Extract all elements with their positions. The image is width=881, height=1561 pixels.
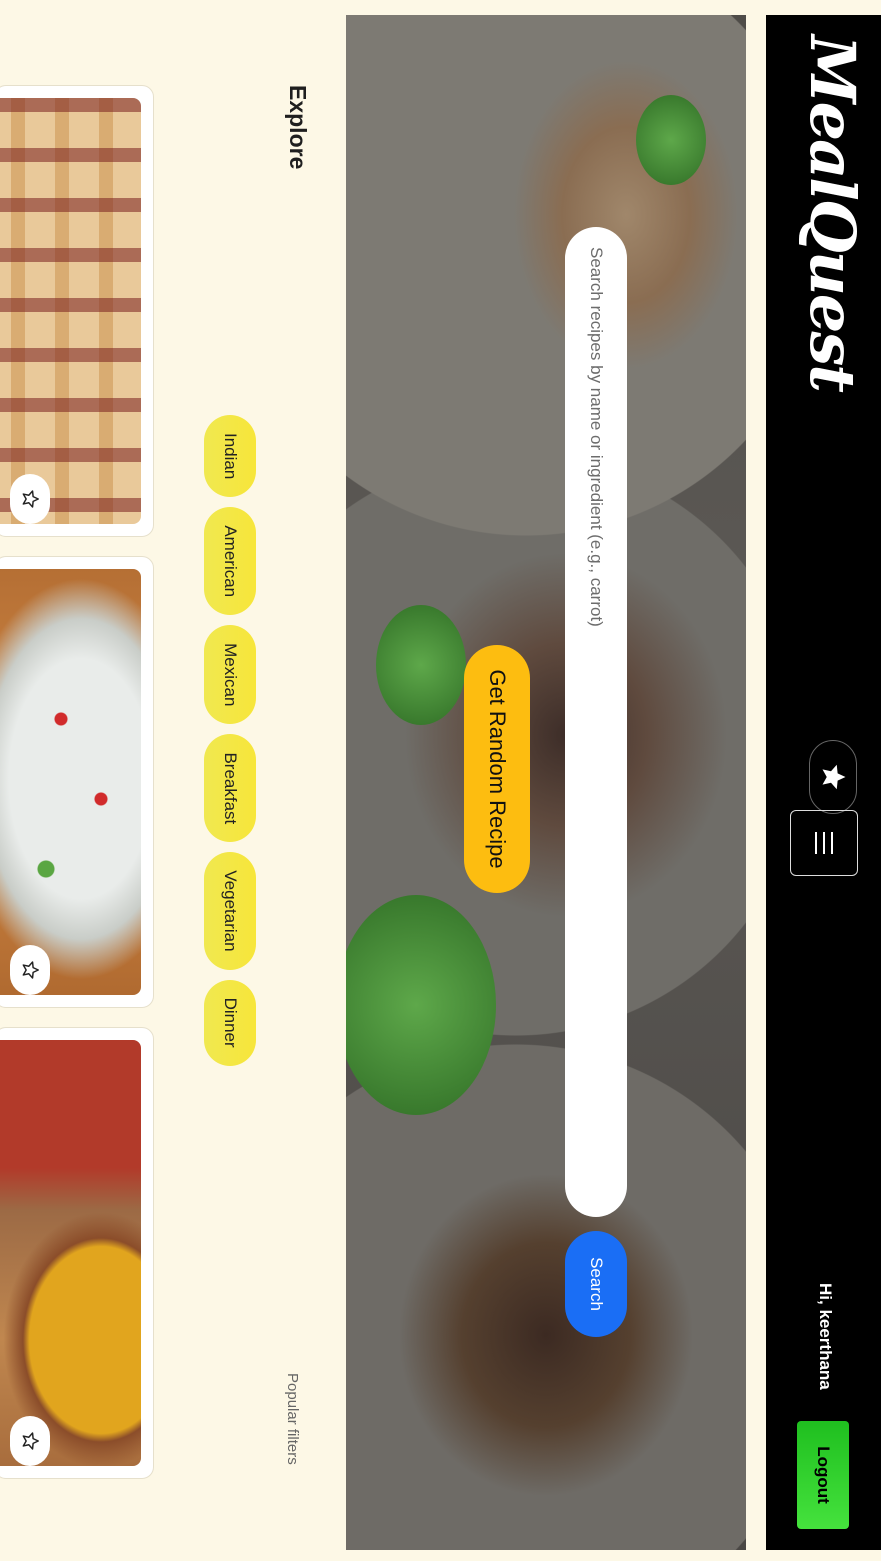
user-greeting: Hi, keerthana bbox=[816, 1283, 835, 1390]
hero-food-garnish bbox=[376, 605, 466, 725]
search-input[interactable] bbox=[565, 227, 627, 1217]
star-outline-icon bbox=[22, 961, 39, 979]
recipe-card[interactable] bbox=[0, 556, 154, 1008]
menu-toggle-button[interactable] bbox=[790, 810, 858, 876]
star-icon bbox=[822, 764, 846, 790]
favorite-toggle-button[interactable] bbox=[10, 474, 50, 524]
hero-banner: Search Get Random Recipe bbox=[346, 15, 746, 1550]
favorite-toggle-button[interactable] bbox=[10, 945, 50, 995]
logout-button[interactable]: Logout bbox=[797, 1421, 849, 1529]
app-root: MealQuest Hi, keerthana Logout Search Ge… bbox=[0, 0, 881, 1561]
search-bar: Search bbox=[565, 227, 627, 1337]
filter-chips: Indian American Mexican Breakfast Vegeta… bbox=[204, 415, 256, 1066]
recipe-image[interactable] bbox=[0, 1040, 141, 1466]
favorite-toggle-button[interactable] bbox=[10, 1416, 50, 1466]
star-outline-icon bbox=[22, 1432, 39, 1450]
random-recipe-button[interactable]: Get Random Recipe bbox=[464, 645, 530, 893]
hamburger-icon bbox=[815, 832, 833, 854]
popular-filters-label: Popular filters bbox=[284, 1373, 301, 1465]
filter-chip-mexican[interactable]: Mexican bbox=[204, 625, 256, 725]
explore-heading: Explore bbox=[285, 85, 311, 170]
hero-food-herbs bbox=[636, 95, 706, 185]
recipe-image[interactable] bbox=[0, 98, 141, 524]
filter-chip-breakfast[interactable]: Breakfast bbox=[204, 734, 256, 843]
favorites-button[interactable] bbox=[809, 740, 857, 814]
recipe-image[interactable] bbox=[0, 569, 141, 995]
filter-chip-vegetarian[interactable]: Vegetarian bbox=[204, 852, 256, 970]
hero-food-lettuce bbox=[346, 895, 496, 1115]
brand-logo[interactable]: MealQuest bbox=[796, 35, 869, 391]
recipe-card[interactable] bbox=[0, 85, 154, 537]
filter-chip-indian[interactable]: Indian bbox=[204, 415, 256, 498]
star-outline-icon bbox=[22, 490, 39, 508]
filter-chip-dinner[interactable]: Dinner bbox=[204, 979, 256, 1066]
navbar: MealQuest Hi, keerthana Logout bbox=[766, 15, 881, 1550]
search-button[interactable]: Search bbox=[565, 1231, 627, 1337]
filter-chip-american[interactable]: American bbox=[204, 507, 256, 616]
recipe-card[interactable] bbox=[0, 1027, 154, 1479]
